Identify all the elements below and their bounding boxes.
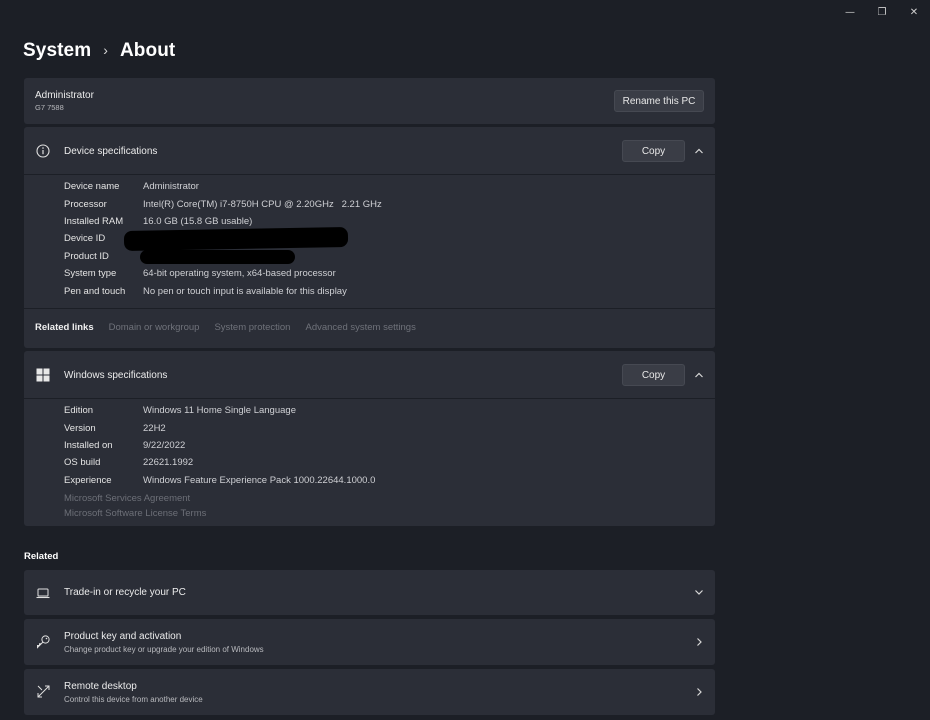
divider xyxy=(24,308,715,309)
spec-row: Processor Intel(R) Core(TM) i7-8750H CPU … xyxy=(64,198,382,210)
chevron-right-icon[interactable] xyxy=(693,636,705,648)
minimize-button[interactable]: — xyxy=(834,4,866,20)
key-icon xyxy=(37,635,50,649)
related-item-subtitle: Control this device from another device xyxy=(64,695,203,704)
breadcrumb-separator: › xyxy=(103,42,108,58)
chevron-up-icon[interactable] xyxy=(693,369,705,381)
related-item-subtitle: Change product key or upgrade your editi… xyxy=(64,645,264,654)
chevron-down-icon[interactable] xyxy=(693,586,705,598)
related-item-title: Product key and activation xyxy=(64,631,182,642)
pc-name: Administrator xyxy=(35,90,94,101)
divider xyxy=(24,398,715,399)
related-item-product-key[interactable]: Product key and activation Change produc… xyxy=(24,619,715,665)
related-item-remote-desktop[interactable]: Remote desktop Control this device from … xyxy=(24,669,715,715)
domain-or-workgroup-link[interactable]: Domain or workgroup xyxy=(109,322,200,333)
spec-row: Device name Administrator xyxy=(64,181,199,193)
windows-logo-icon xyxy=(36,368,50,382)
remote-desktop-icon xyxy=(37,685,50,698)
related-links-label: Related links xyxy=(35,322,94,333)
spec-row: Pen and touch No pen or touch input is av… xyxy=(64,285,347,297)
windows-specifications-card: Windows specifications Copy Edition Windo… xyxy=(24,351,715,526)
chevron-right-icon[interactable] xyxy=(693,686,705,698)
product-id-redaction xyxy=(140,250,295,264)
info-icon xyxy=(36,144,50,158)
related-item-title: Remote desktop xyxy=(64,681,137,692)
related-section-title: Related xyxy=(24,551,59,562)
divider xyxy=(24,174,715,175)
laptop-icon xyxy=(36,588,50,599)
breadcrumb-system[interactable]: System xyxy=(23,40,91,62)
rename-pc-button[interactable]: Rename this PC xyxy=(614,90,704,112)
device-specs-copy-button[interactable]: Copy xyxy=(622,140,685,162)
services-agreement-link[interactable]: Microsoft Services Agreement xyxy=(64,493,190,504)
device-specifications-title: Device specifications xyxy=(64,146,158,157)
license-terms-link[interactable]: Microsoft Software License Terms xyxy=(64,508,206,519)
pc-name-card: Administrator G7 7588 Rename this PC xyxy=(24,78,715,124)
maximize-button[interactable]: ❐ xyxy=(866,4,898,20)
spec-row: Edition Windows 11 Home Single Language xyxy=(64,405,296,417)
related-links: Related links Domain or workgroup System… xyxy=(35,322,416,333)
spec-row: System type 64-bit operating system, x64-… xyxy=(64,268,336,280)
pc-model: G7 7588 xyxy=(35,103,64,112)
spec-row: Version 22H2 xyxy=(64,422,166,434)
related-item-trade-in[interactable]: Trade-in or recycle your PC xyxy=(24,570,715,615)
spec-row: Experience Windows Feature Experience Pac… xyxy=(64,474,376,486)
device-specifications-card: Device specifications Copy Device name Ad… xyxy=(24,127,715,348)
windows-spec-list: Edition Windows 11 Home Single Language V… xyxy=(64,402,375,489)
spec-row: Installed on 9/22/2022 xyxy=(64,439,186,451)
windows-specs-copy-button[interactable]: Copy xyxy=(622,364,685,386)
close-button[interactable]: ✕ xyxy=(898,4,930,20)
related-item-title: Trade-in or recycle your PC xyxy=(64,587,186,598)
windows-specifications-title: Windows specifications xyxy=(64,370,168,381)
breadcrumb: System › About xyxy=(23,40,175,62)
page-title: About xyxy=(119,40,176,61)
window-controls: — ❐ ✕ xyxy=(834,4,930,20)
spec-row: OS build 22621.1992 xyxy=(64,457,194,469)
advanced-system-settings-link[interactable]: Advanced system settings xyxy=(305,322,415,333)
system-protection-link[interactable]: System protection xyxy=(214,322,290,333)
device-id-redaction xyxy=(123,227,349,251)
chevron-up-icon[interactable] xyxy=(693,145,705,157)
